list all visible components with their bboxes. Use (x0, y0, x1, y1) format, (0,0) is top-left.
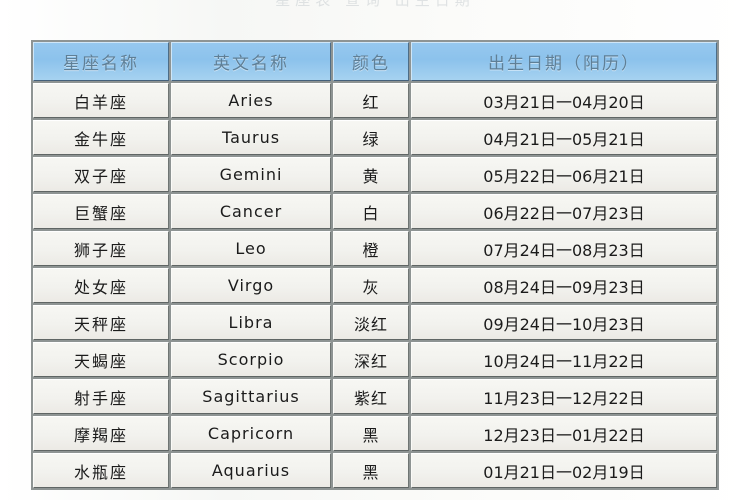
table-row: 金牛座 Taurus 绿 04月21日一05月21日 (33, 120, 717, 155)
table-row: 狮子座 Leo 橙 07月24日一08月23日 (33, 231, 717, 266)
cell-english-name: Aquarius (171, 453, 331, 488)
cell-birth-date: 11月23日一12月22日 (411, 379, 717, 414)
cell-color: 灰 (333, 268, 409, 303)
cell-zodiac-name: 天蝎座 (33, 342, 169, 377)
cell-color: 绿 (333, 120, 409, 155)
column-header-birth-date: 出生日期（阳历） (411, 42, 717, 81)
cell-zodiac-name: 巨蟹座 (33, 194, 169, 229)
cell-english-name: Taurus (171, 120, 331, 155)
cell-english-name: Aries (171, 83, 331, 118)
table-row: 摩羯座 Capricorn 黑 12月23日一01月22日 (33, 416, 717, 451)
table-row: 巨蟹座 Cancer 白 06月22日一07月23日 (33, 194, 717, 229)
cell-color: 白 (333, 194, 409, 229)
cell-english-name: Leo (171, 231, 331, 266)
cell-color: 深红 (333, 342, 409, 377)
cell-birth-date: 10月24日一11月22日 (411, 342, 717, 377)
cell-birth-date: 05月22日一06月21日 (411, 157, 717, 192)
cell-birth-date: 01月21日一02月19日 (411, 453, 717, 488)
cell-birth-date: 03月21日一04月20日 (411, 83, 717, 118)
table-row: 处女座 Virgo 灰 08月24日一09月23日 (33, 268, 717, 303)
cell-english-name: Scorpio (171, 342, 331, 377)
cell-birth-date: 08月24日一09月23日 (411, 268, 717, 303)
cell-english-name: Virgo (171, 268, 331, 303)
cell-color: 红 (333, 83, 409, 118)
table-row: 水瓶座 Aquarius 黑 01月21日一02月19日 (33, 453, 717, 488)
table-row: 射手座 Sagittarius 紫红 11月23日一12月22日 (33, 379, 717, 414)
cell-color: 黑 (333, 453, 409, 488)
cell-zodiac-name: 双子座 (33, 157, 169, 192)
column-header-english-name: 英文名称 (171, 42, 331, 81)
table-header: 星座名称 英文名称 颜色 出生日期（阳历） (33, 42, 717, 81)
column-header-zodiac-name: 星座名称 (33, 42, 169, 81)
cell-color: 淡红 (333, 305, 409, 340)
cell-color: 黄 (333, 157, 409, 192)
cell-color: 紫红 (333, 379, 409, 414)
table-row: 白羊座 Aries 红 03月21日一04月20日 (33, 83, 717, 118)
table-header-row: 星座名称 英文名称 颜色 出生日期（阳历） (33, 42, 717, 81)
cell-zodiac-name: 水瓶座 (33, 453, 169, 488)
zodiac-table-container: 星座名称 英文名称 颜色 出生日期（阳历） 白羊座 Aries 红 03月21日一04… (31, 40, 719, 490)
cell-english-name: Sagittarius (171, 379, 331, 414)
cell-zodiac-name: 处女座 (33, 268, 169, 303)
cell-color: 黑 (333, 416, 409, 451)
table-row: 天蝎座 Scorpio 深红 10月24日一11月22日 (33, 342, 717, 377)
top-cutoff-text-strip: 星座表 查询 出生日期 (0, 0, 750, 30)
cell-birth-date: 07月24日一08月23日 (411, 231, 717, 266)
cell-english-name: Libra (171, 305, 331, 340)
cell-birth-date: 12月23日一01月22日 (411, 416, 717, 451)
cell-zodiac-name: 狮子座 (33, 231, 169, 266)
cell-color: 橙 (333, 231, 409, 266)
cell-english-name: Gemini (171, 157, 331, 192)
cell-zodiac-name: 天秤座 (33, 305, 169, 340)
cell-zodiac-name: 射手座 (33, 379, 169, 414)
zodiac-table: 星座名称 英文名称 颜色 出生日期（阳历） 白羊座 Aries 红 03月21日一04… (31, 40, 719, 490)
cell-birth-date: 09月24日一10月23日 (411, 305, 717, 340)
cell-birth-date: 04月21日一05月21日 (411, 120, 717, 155)
cell-english-name: Capricorn (171, 416, 331, 451)
table-body: 白羊座 Aries 红 03月21日一04月20日 金牛座 Taurus 绿 04月21日一0… (33, 83, 717, 488)
cell-birth-date: 06月22日一07月23日 (411, 194, 717, 229)
cell-zodiac-name: 白羊座 (33, 83, 169, 118)
table-row: 天秤座 Libra 淡红 09月24日一10月23日 (33, 305, 717, 340)
faint-title-text: 星座表 查询 出生日期 (275, 0, 475, 9)
cell-english-name: Cancer (171, 194, 331, 229)
cell-zodiac-name: 金牛座 (33, 120, 169, 155)
cell-zodiac-name: 摩羯座 (33, 416, 169, 451)
table-row: 双子座 Gemini 黄 05月22日一06月21日 (33, 157, 717, 192)
column-header-color: 颜色 (333, 42, 409, 81)
